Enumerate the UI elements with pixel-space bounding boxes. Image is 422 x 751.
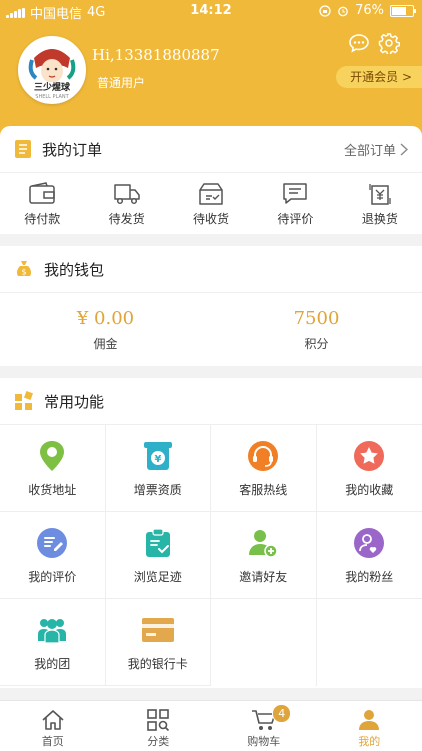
function-label: 我的粉丝 <box>345 568 393 585</box>
function-label: 我的收藏 <box>345 481 393 498</box>
battery-icon <box>390 5 414 17</box>
function-label: 我的团 <box>34 655 70 672</box>
wallet-title: 我的钱包 <box>44 259 104 280</box>
points-value: 7500 <box>294 308 340 329</box>
my-group-button[interactable]: 我的团 <box>0 599 106 686</box>
return-icon <box>366 182 394 206</box>
invite-friends-button[interactable]: 邀请好友 <box>211 512 317 599</box>
battery-percent: 76% <box>355 3 384 18</box>
invoice-qualification-button[interactable]: ¥ 增票资质 <box>106 425 212 512</box>
orders-header: 我的订单 全部订单 <box>0 126 422 173</box>
headset-icon <box>247 440 279 472</box>
fans-icon <box>353 527 385 559</box>
svg-text:$: $ <box>21 268 26 277</box>
order-pending-receipt[interactable]: 待收货 <box>169 173 253 235</box>
avatar[interactable]: 三少煋球 SHELL PLANT <box>18 36 86 104</box>
order-item-label: 待收货 <box>193 210 229 227</box>
customer-service-button[interactable]: 客服热线 <box>211 425 317 512</box>
functions-header: 常用功能 <box>0 378 422 425</box>
comment-icon <box>281 182 309 206</box>
order-item-label: 退换货 <box>362 210 398 227</box>
home-icon <box>41 709 65 731</box>
functions-title: 常用功能 <box>44 391 104 412</box>
points-item[interactable]: 7500 积分 <box>211 293 422 367</box>
orders-title: 我的订单 <box>42 139 102 160</box>
common-functions-card: 常用功能 收货地址 ¥ 增票资质 客服热线 我的收藏 我的评价 浏览足迹 邀 <box>0 378 422 688</box>
commission-value: ¥ 0.00 <box>77 308 134 329</box>
user-icon <box>357 709 381 731</box>
function-label: 客服热线 <box>239 481 287 498</box>
wallet-icon <box>28 182 56 206</box>
tab-mine[interactable]: 我的 <box>317 701 422 751</box>
favorites-button[interactable]: 我的收藏 <box>317 425 422 512</box>
empty-cell <box>211 599 317 686</box>
settings-gear-icon[interactable] <box>378 32 400 54</box>
my-reviews-button[interactable]: 我的评价 <box>0 512 106 599</box>
order-pending-review[interactable]: 待评价 <box>253 173 337 235</box>
function-label: 邀请好友 <box>239 568 287 585</box>
open-vip-button[interactable]: 开通会员 > <box>336 66 422 88</box>
function-label: 浏览足迹 <box>134 568 182 585</box>
member-level: 普通用户 <box>97 74 145 91</box>
profile-header: 中国电信 4G 14:12 76% 三少煋球 SHELL PLANT Hi,13… <box>0 0 422 140</box>
function-label: 增票资质 <box>134 481 182 498</box>
alarm-icon <box>337 5 349 17</box>
tab-label: 购物车 <box>247 733 280 749</box>
avatar-logo-subtext: SHELL PLANT <box>35 94 69 100</box>
category-icon <box>146 709 170 731</box>
tab-home[interactable]: 首页 <box>0 701 106 751</box>
greeting: Hi,13381880887 <box>92 46 220 64</box>
wallet-header: $ 我的钱包 <box>0 246 422 293</box>
commission-item[interactable]: ¥ 0.00 佣金 <box>0 293 211 367</box>
invoice-icon: ¥ <box>142 440 174 472</box>
commission-label: 佣金 <box>93 335 117 352</box>
order-item-label: 待评价 <box>277 210 313 227</box>
tab-category[interactable]: 分类 <box>106 701 212 751</box>
order-item-label: 待付款 <box>24 210 60 227</box>
group-icon <box>35 615 69 645</box>
bank-card-button[interactable]: 我的银行卡 <box>106 599 212 686</box>
points-label: 积分 <box>304 335 328 352</box>
tab-label: 首页 <box>42 733 64 749</box>
my-fans-button[interactable]: 我的粉丝 <box>317 512 422 599</box>
clipboard-check-icon <box>142 527 174 559</box>
orders-card: 我的订单 全部订单 待付款 待发货 待收货 待评价 退换货 <box>0 126 422 234</box>
order-list-icon <box>14 139 32 159</box>
grid-apps-icon <box>14 391 34 411</box>
address-button[interactable]: 收货地址 <box>0 425 106 512</box>
all-orders-link[interactable]: 全部订单 <box>344 140 408 159</box>
message-icon[interactable] <box>348 32 370 54</box>
tab-label: 我的 <box>358 733 380 749</box>
add-user-icon <box>247 527 279 559</box>
function-label: 我的评价 <box>28 568 76 585</box>
order-pending-shipment[interactable]: 待发货 <box>84 173 168 235</box>
browse-history-button[interactable]: 浏览足迹 <box>106 512 212 599</box>
truck-icon <box>113 182 141 206</box>
bottom-tab-bar: 首页 分类 购物车 4 我的 <box>0 700 422 751</box>
orientation-lock-icon <box>319 5 331 17</box>
all-orders-label: 全部订单 <box>344 140 396 159</box>
package-icon <box>197 182 225 206</box>
wallet-card: $ 我的钱包 ¥ 0.00 佣金 7500 积分 <box>0 246 422 366</box>
star-icon <box>353 440 385 472</box>
order-return[interactable]: 退换货 <box>338 173 422 235</box>
order-item-label: 待发货 <box>109 210 145 227</box>
tab-label: 分类 <box>147 733 169 749</box>
edit-comment-icon <box>36 527 68 559</box>
status-bar: 中国电信 4G 14:12 76% <box>0 0 422 22</box>
svg-text:¥: ¥ <box>154 454 161 465</box>
order-pending-payment[interactable]: 待付款 <box>0 173 84 235</box>
cart-badge: 4 <box>272 704 291 723</box>
money-bag-icon: $ <box>14 259 34 279</box>
chevron-right-icon <box>400 143 408 156</box>
function-label: 我的银行卡 <box>128 655 188 672</box>
empty-cell <box>317 599 422 686</box>
tab-cart[interactable]: 购物车 4 <box>211 701 317 751</box>
avatar-logo-text: 三少煋球 <box>34 81 71 93</box>
bank-card-icon <box>141 616 175 644</box>
location-pin-icon <box>37 439 67 473</box>
function-label: 收货地址 <box>28 481 76 498</box>
